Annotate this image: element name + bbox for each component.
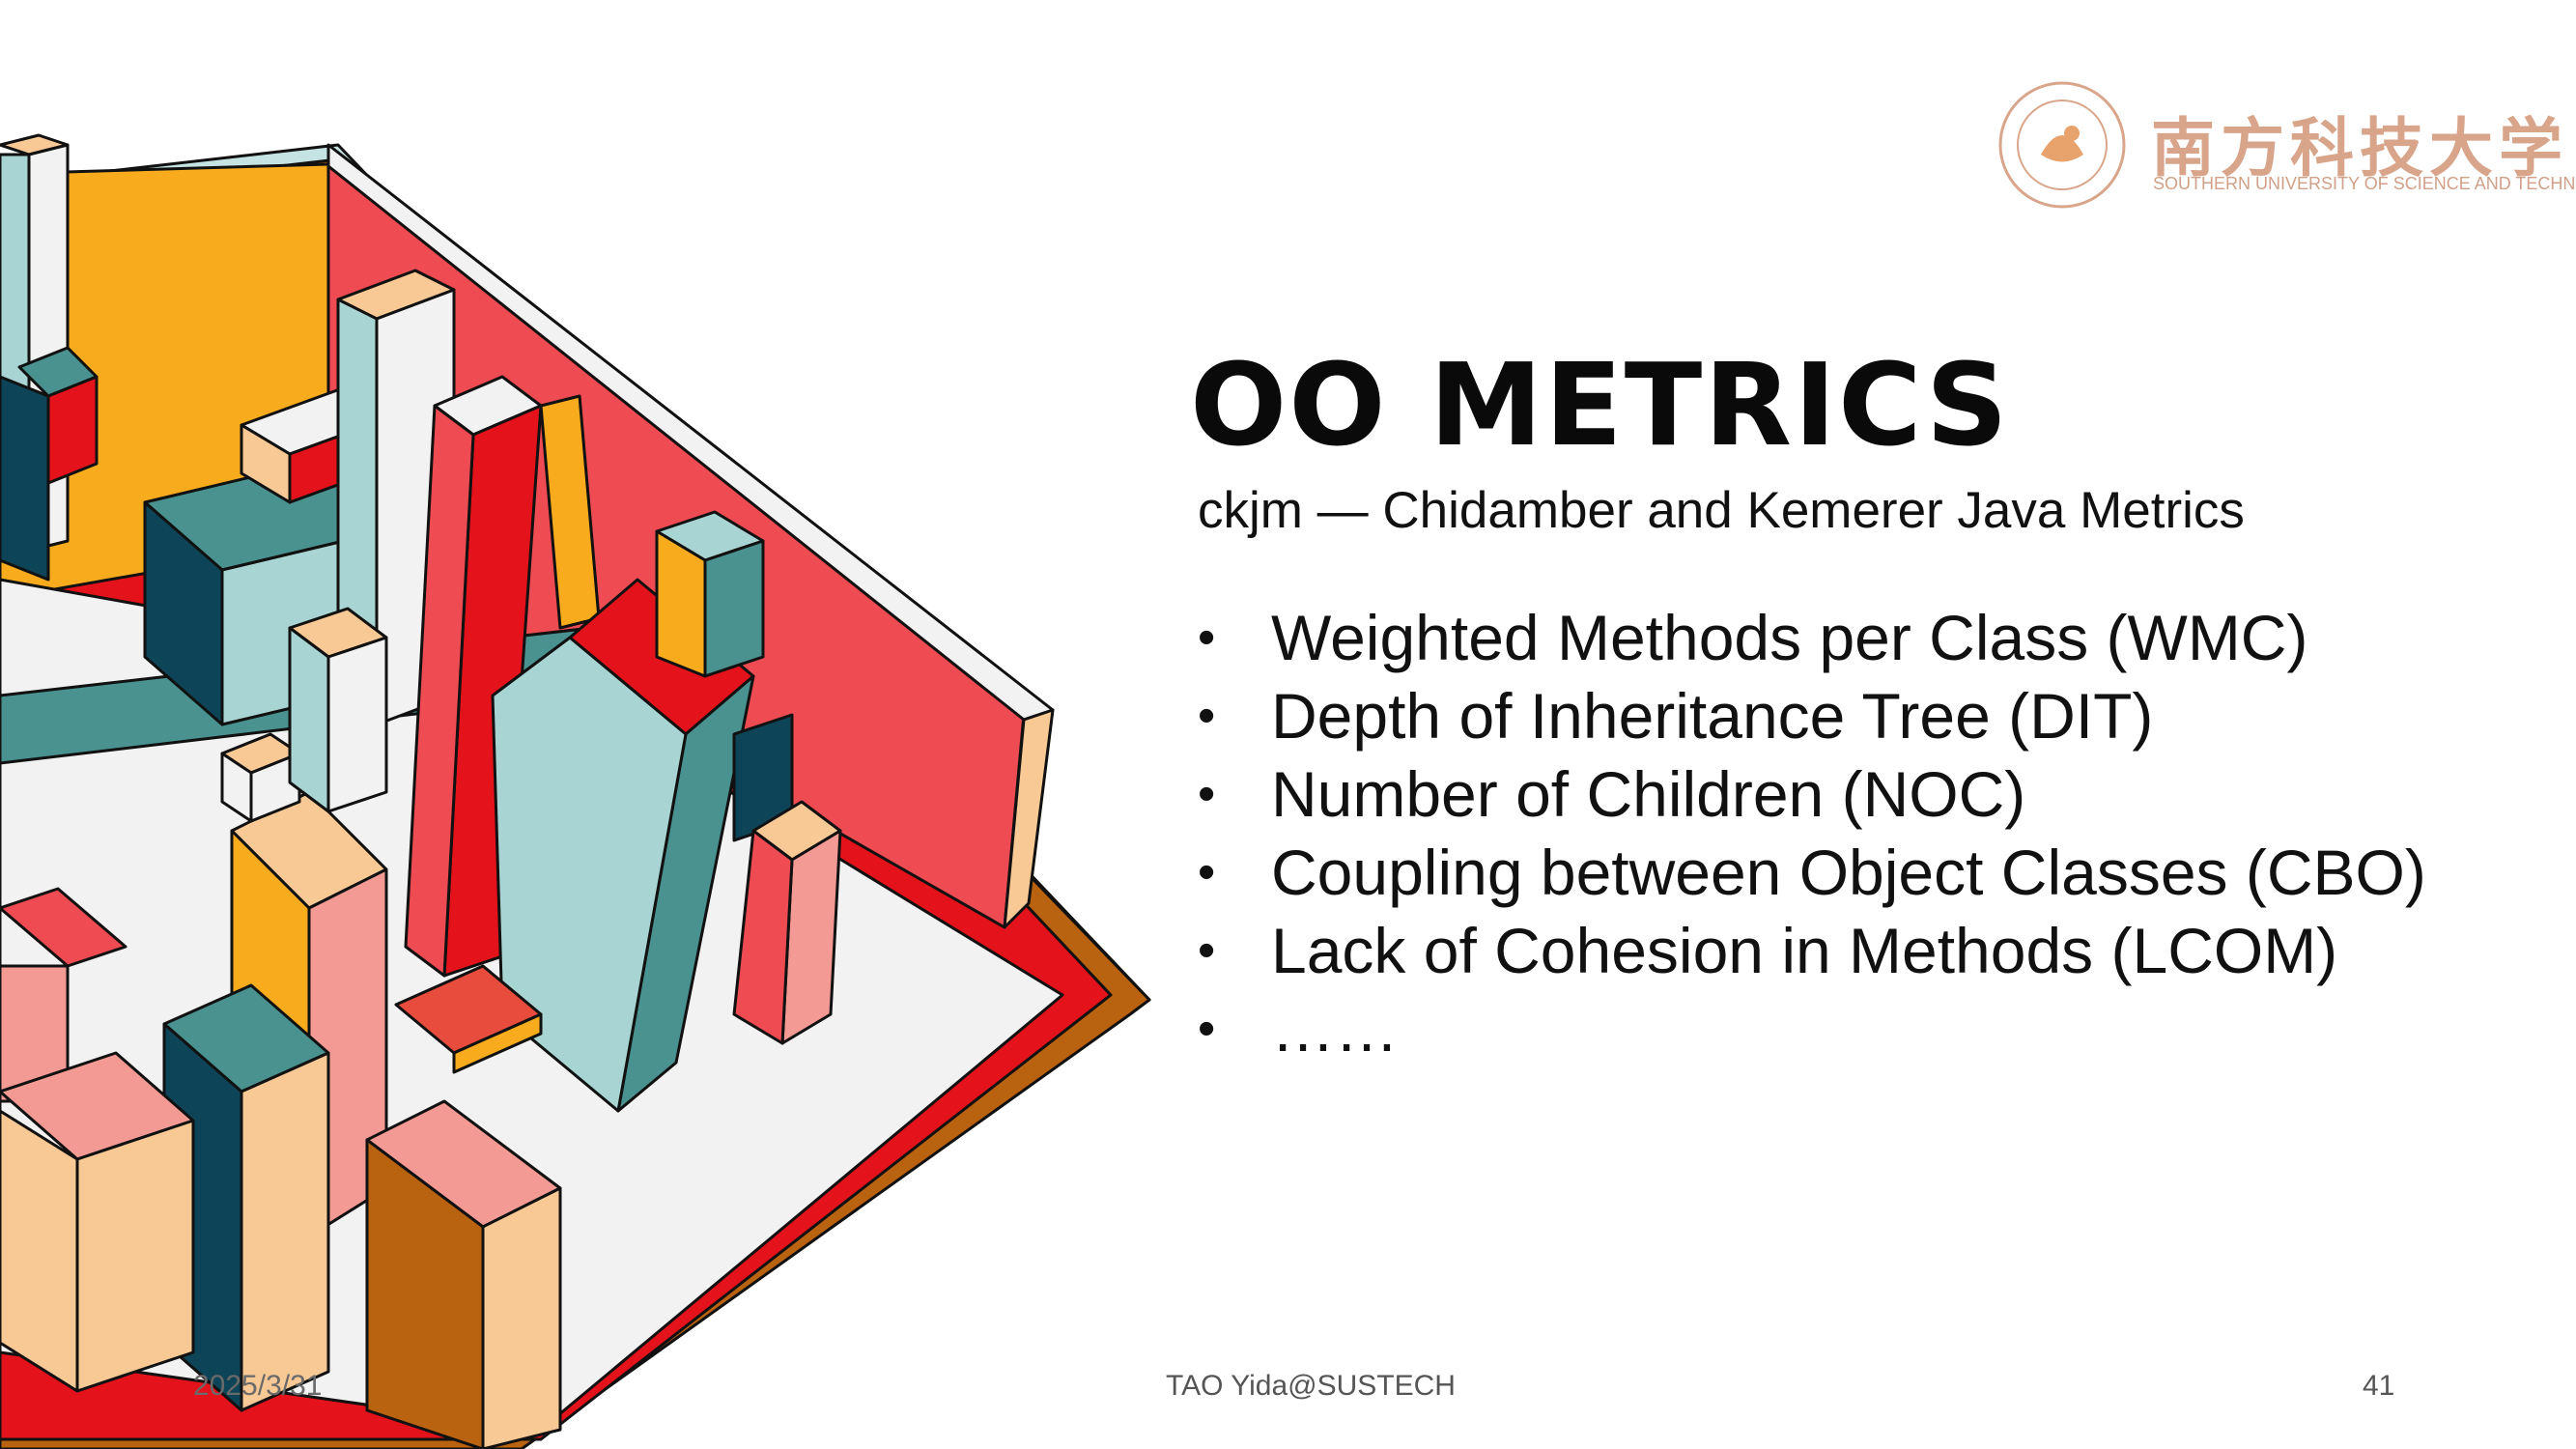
slide-title: OO METRICS [1190, 338, 2010, 471]
slide-subtitle: ckjm — Chidamber and Kemerer Java Metric… [1198, 482, 2245, 539]
block-mid-white [288, 607, 388, 813]
bullet-marker: • [1198, 688, 1216, 744]
bullet-item: • Weighted Methods per Class (WMC) [1198, 599, 2426, 677]
bullet-marker: • [1198, 844, 1216, 900]
bullet-list: • Weighted Methods per Class (WMC) • Depth… [1198, 599, 2426, 1068]
slide: 南方科技大学 SOUTHERN UNIVERSITY OF SCIENCE AN… [0, 0, 2576, 1449]
bullet-item: • …… [1198, 990, 2426, 1068]
bullet-text: Coupling between Object Classes (CBO) [1271, 837, 2426, 908]
bullet-text: Weighted Methods per Class (WMC) [1271, 602, 2308, 673]
page-number: 41 [2363, 1370, 2395, 1402]
isometric-city-illustration [0, 133, 1151, 1449]
bullet-marker: • [1198, 610, 1216, 666]
footer-date: 2025/3/31 [193, 1370, 323, 1402]
logo-english-name: SOUTHERN UNIVERSITY OF SCIENCE AND TECHN… [2153, 174, 2576, 193]
bullet-text: …… [1271, 993, 1399, 1065]
bullet-marker: • [1198, 766, 1216, 822]
bullet-item: • Lack of Cohesion in Methods (LCOM) [1198, 912, 2426, 990]
bullet-text: Number of Children (NOC) [1271, 758, 2026, 830]
university-logo: 南方科技大学 SOUTHERN UNIVERSITY OF SCIENCE AN… [1995, 77, 2576, 213]
footer-author: TAO Yida@SUSTECH [1166, 1370, 1456, 1402]
bullet-text: Lack of Cohesion in Methods (LCOM) [1271, 915, 2338, 986]
block-mint-short [655, 510, 765, 678]
bullet-item: • Coupling between Object Classes (CBO) [1198, 834, 2426, 912]
bullet-item: • Number of Children (NOC) [1198, 755, 2426, 834]
university-seal-icon [1998, 81, 2126, 209]
bullet-marker: • [1198, 923, 1216, 979]
block-peach-bottom [0, 1051, 195, 1393]
bullet-marker: • [1198, 1001, 1216, 1057]
bullet-text: Depth of Inheritance Tree (DIT) [1271, 680, 2154, 752]
bullet-item: • Depth of Inheritance Tree (DIT) [1198, 677, 2426, 755]
